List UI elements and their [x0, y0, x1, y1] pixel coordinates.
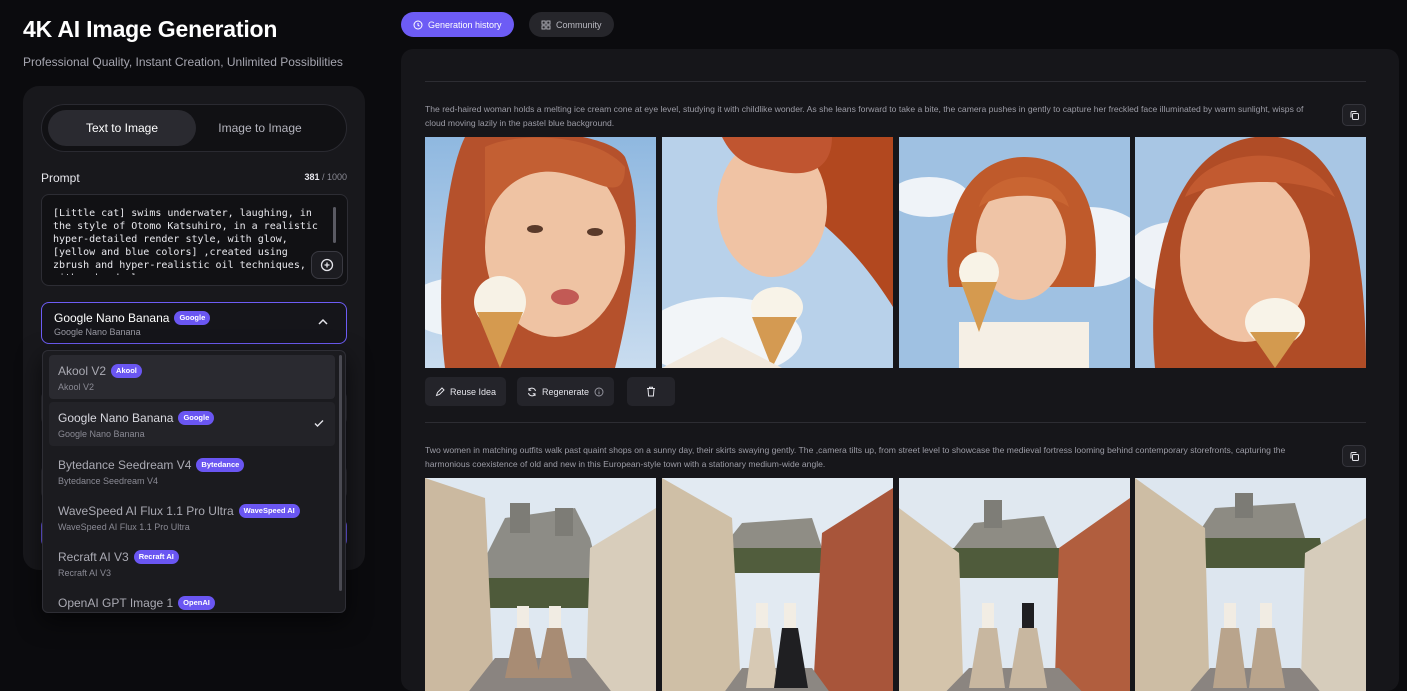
generated-image[interactable]	[662, 478, 893, 691]
grid-icon	[541, 20, 551, 29]
tab-community[interactable]: Community	[529, 12, 614, 37]
page-subtitle: Professional Quality, Instant Creation, …	[23, 55, 343, 69]
street-image-1	[425, 478, 656, 691]
tab-image-to-image[interactable]: Image to Image	[186, 110, 334, 146]
divider	[425, 81, 1366, 82]
generated-image[interactable]	[1135, 478, 1366, 691]
prompt-textarea[interactable]: [Little cat] swims underwater, laughing,…	[41, 194, 348, 286]
dropdown-item-sub: WaveSpeed AI Flux 1.1 Pro Ultra	[58, 522, 190, 532]
enhance-prompt-button[interactable]	[311, 251, 343, 279]
prompt-scrollbar[interactable]	[333, 207, 336, 243]
reuse-idea-label: Reuse Idea	[450, 386, 497, 397]
street-image-4	[1135, 478, 1366, 691]
model-provider-badge: Google	[174, 311, 211, 325]
dropdown-item-label: Recraft AI V3	[58, 550, 129, 564]
page-scrollbar-track[interactable]	[1399, 0, 1407, 691]
dropdown-item-name: OpenAI GPT Image 1 OpenAI	[58, 596, 215, 610]
dropdown-item-name: Recraft AI V3 Recraft AI	[58, 550, 179, 564]
provider-badge: Recraft AI	[133, 550, 179, 564]
delete-button[interactable]	[627, 377, 675, 406]
dropdown-item-sub: Recraft AI V3	[58, 568, 112, 578]
refresh-icon	[528, 387, 536, 396]
regenerate-label: Regenerate	[542, 386, 590, 397]
provider-badge: Akool	[111, 364, 142, 378]
generated-image[interactable]	[899, 137, 1130, 368]
dropdown-item-wavespeed-flux[interactable]: WaveSpeed AI Flux 1.1 Pro Ultra WaveSpeed…	[49, 495, 335, 539]
chevron-up-icon	[318, 318, 328, 325]
copy-icon	[1350, 110, 1359, 120]
portrait-image-1	[425, 137, 656, 368]
generated-image[interactable]	[425, 137, 656, 368]
mode-toggle: Text to Image Image to Image	[41, 104, 347, 152]
prompt-char-count: 381 / 1000	[304, 172, 347, 182]
tab-text-to-image[interactable]: Text to Image	[48, 110, 196, 146]
dropdown-item-sub: Google Nano Banana	[58, 429, 145, 439]
generated-image[interactable]	[662, 137, 893, 368]
prompt-text: [Little cat] swims underwater, laughing,…	[53, 208, 318, 275]
dropdown-item-name: Bytedance Seedream V4 Bytedance	[58, 458, 245, 472]
prompt-label: Prompt	[41, 171, 80, 185]
portrait-image-4	[1135, 137, 1366, 368]
clock-icon	[413, 20, 423, 29]
trash-icon	[647, 386, 655, 397]
tab-label: Community	[556, 19, 602, 30]
provider-badge: OpenAI	[178, 596, 215, 610]
model-select[interactable]: Google Nano Banana Google Google Nano Ba…	[41, 302, 347, 344]
dropdown-item-akool-v2[interactable]: Akool V2 Akool Akool V2	[49, 355, 335, 399]
page-title: 4K AI Image Generation	[23, 16, 278, 42]
dropdown-item-openai-gpt-image-1[interactable]: OpenAI GPT Image 1 OpenAI	[49, 587, 335, 612]
model-select-name: Google Nano Banana Google	[54, 311, 211, 325]
regenerate-button[interactable]: Regenerate	[517, 377, 615, 406]
dropdown-scrollbar[interactable]	[339, 355, 342, 591]
dropdown-item-bytedance-seedream-v4[interactable]: Bytedance Seedream V4 Bytedance Bytedance…	[49, 449, 335, 493]
dropdown-item-sub: Akool V2	[58, 382, 95, 392]
copy-icon	[1350, 451, 1359, 461]
generation-prompt: Two women in matching outfits walk past …	[425, 445, 1286, 469]
dropdown-item-name: Google Nano Banana Google	[58, 411, 215, 425]
generation-feed: The red-haired woman holds a melting ice…	[401, 49, 1399, 691]
sparkle-plus-icon	[320, 258, 334, 272]
provider-badge: Bytedance	[196, 458, 245, 472]
generated-image[interactable]	[899, 478, 1130, 691]
dropdown-item-name: Akool V2 Akool	[58, 364, 142, 378]
dropdown-item-sub: Bytedance Seedream V4	[58, 476, 159, 486]
divider	[425, 422, 1366, 423]
generation-prompt: The red-haired woman holds a melting ice…	[425, 104, 1304, 128]
dropdown-item-label: OpenAI GPT Image 1	[58, 596, 174, 610]
info-icon	[594, 387, 604, 396]
street-image-2	[662, 478, 893, 691]
portrait-image-2	[662, 137, 893, 368]
dropdown-item-label: Bytedance Seedream V4	[58, 458, 192, 472]
pencil-icon	[435, 386, 445, 396]
provider-badge: WaveSpeed AI	[238, 504, 300, 518]
copy-prompt-button[interactable]	[1342, 104, 1366, 126]
model-dropdown: Akool V2 Akool Akool V2 Google Nano Banan…	[42, 350, 346, 613]
dropdown-item-label: WaveSpeed AI Flux 1.1 Pro Ultra	[58, 504, 234, 518]
dropdown-item-label: Google Nano Banana	[58, 411, 174, 425]
generated-image[interactable]	[425, 478, 656, 691]
checkmark-icon	[314, 420, 324, 427]
dropdown-item-recraft-v3[interactable]: Recraft AI V3 Recraft AI Recraft AI V3	[49, 541, 335, 585]
tab-label: Generation history	[428, 19, 502, 30]
generated-image[interactable]	[1135, 137, 1366, 368]
dropdown-item-label: Akool V2	[58, 364, 107, 378]
portrait-image-3	[899, 137, 1130, 368]
street-image-3	[899, 478, 1130, 691]
dropdown-item-name: WaveSpeed AI Flux 1.1 Pro Ultra WaveSpeed…	[58, 504, 300, 518]
provider-badge: Google	[178, 411, 215, 425]
tab-generation-history[interactable]: Generation history	[401, 12, 514, 37]
reuse-idea-button[interactable]: Reuse Idea	[425, 377, 507, 406]
copy-prompt-button[interactable]	[1342, 445, 1366, 467]
model-select-sub: Google Nano Banana	[54, 327, 141, 337]
model-select-label: Google Nano Banana	[54, 311, 170, 325]
dropdown-item-google-nano-banana[interactable]: Google Nano Banana Google Google Nano Ban…	[49, 402, 335, 446]
